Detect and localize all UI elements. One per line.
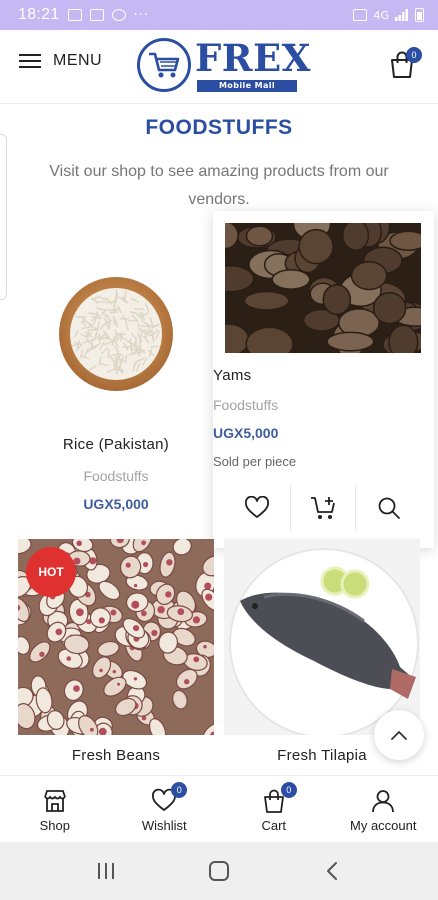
page-subtitle: Visit our shop to see amazing products f… bbox=[49, 163, 389, 208]
nav-cart[interactable]: 0 Cart bbox=[219, 776, 329, 841]
product-card-beans[interactable]: HOT Fresh Beans bbox=[18, 539, 214, 769]
recent-apps-icon bbox=[98, 863, 115, 879]
site-header: MENU FREX Mobile Mall 0 bbox=[0, 30, 438, 104]
product-actions bbox=[225, 485, 421, 531]
nav-shop[interactable]: Shop bbox=[0, 776, 110, 841]
product-unit-note: Sold per piece bbox=[213, 454, 297, 469]
product-card-rice[interactable]: Rice (Pakistan) Foodstuffs UGX5,000 bbox=[18, 222, 214, 522]
logo-tagline: Mobile Mall bbox=[197, 80, 297, 92]
site-logo[interactable]: FREX Mobile Mall bbox=[137, 36, 310, 96]
status-right: 4G bbox=[353, 8, 424, 22]
battery-icon bbox=[415, 8, 424, 22]
logo-cart-emblem bbox=[137, 38, 191, 92]
status-bar: 18:21 ··· 4G bbox=[0, 0, 438, 30]
nav-icon-wrap: 0 bbox=[151, 782, 188, 814]
product-name[interactable]: Fresh Beans bbox=[18, 747, 214, 764]
bottom-nav: Shop 0 Wishlist 0 Cart My account bbox=[0, 775, 438, 841]
logo-wordmark: FREX bbox=[195, 36, 311, 80]
user-icon bbox=[372, 790, 395, 813]
recent-apps-button[interactable] bbox=[86, 856, 126, 886]
home-button[interactable] bbox=[199, 856, 239, 886]
store-icon bbox=[43, 790, 66, 812]
nav-label: Shop bbox=[39, 818, 70, 833]
network-type: 4G bbox=[373, 8, 389, 22]
product-price: UGX5,000 bbox=[213, 425, 279, 441]
hamburger-icon bbox=[19, 52, 41, 70]
side-drawer-tab[interactable] bbox=[0, 134, 7, 300]
product-image-yams[interactable] bbox=[205, 208, 438, 362]
page-title: FOODSTUFFS bbox=[145, 116, 293, 139]
product-image-rice[interactable] bbox=[56, 274, 176, 394]
chevron-up-icon bbox=[391, 731, 407, 740]
product-name[interactable]: Rice (Pakistan) bbox=[18, 436, 214, 453]
heart-icon bbox=[245, 496, 270, 518]
product-image-beans[interactable]: HOT bbox=[18, 539, 214, 735]
nav-label: Wishlist bbox=[141, 818, 187, 833]
gallery-notification-icon bbox=[67, 9, 82, 21]
cart-count: 0 bbox=[280, 782, 297, 798]
shopping-cart-logo-icon bbox=[149, 52, 180, 78]
menu-button[interactable]: MENU bbox=[19, 52, 102, 70]
product-category[interactable]: Foodstuffs bbox=[213, 397, 434, 413]
signal-icon bbox=[395, 9, 408, 21]
back-icon bbox=[326, 862, 337, 880]
add-to-wishlist-button[interactable] bbox=[225, 485, 290, 531]
menu-label: MENU bbox=[53, 52, 103, 69]
product-name[interactable]: Yams bbox=[213, 367, 434, 384]
search-icon bbox=[378, 497, 400, 519]
add-to-cart-icon bbox=[311, 497, 335, 519]
nav-label: My account bbox=[350, 818, 417, 833]
header-cart-count: 0 bbox=[406, 47, 422, 63]
nav-my-account[interactable]: My account bbox=[329, 776, 438, 841]
whatsapp-notification-icon bbox=[111, 9, 126, 21]
product-image-tilapia[interactable] bbox=[224, 539, 420, 735]
hot-badge: HOT bbox=[26, 547, 76, 597]
nav-label: Cart bbox=[261, 818, 287, 833]
add-to-cart-button[interactable] bbox=[289, 485, 356, 531]
nav-wishlist[interactable]: 0 Wishlist bbox=[110, 776, 220, 841]
nav-icon-wrap: 0 bbox=[261, 782, 297, 814]
product-card-yams[interactable]: Yams Foodstuffs UGX5,000 Sold per piece bbox=[205, 208, 438, 548]
quick-view-button[interactable] bbox=[355, 485, 421, 531]
header-cart-button[interactable]: 0 bbox=[389, 47, 422, 81]
home-icon bbox=[208, 861, 229, 881]
scroll-to-top-button[interactable] bbox=[374, 710, 424, 760]
video-notification-icon bbox=[89, 9, 104, 21]
status-left: 18:21 ··· bbox=[18, 6, 149, 24]
wishlist-count: 0 bbox=[171, 782, 188, 798]
product-price: UGX5,000 bbox=[83, 496, 149, 512]
status-time: 18:21 bbox=[18, 6, 60, 23]
system-nav-bar bbox=[0, 842, 438, 900]
more-notifications-icon: ··· bbox=[133, 7, 149, 23]
back-button[interactable] bbox=[312, 856, 352, 886]
alarm-icon bbox=[353, 9, 368, 21]
product-category[interactable]: Foodstuffs bbox=[18, 468, 214, 484]
